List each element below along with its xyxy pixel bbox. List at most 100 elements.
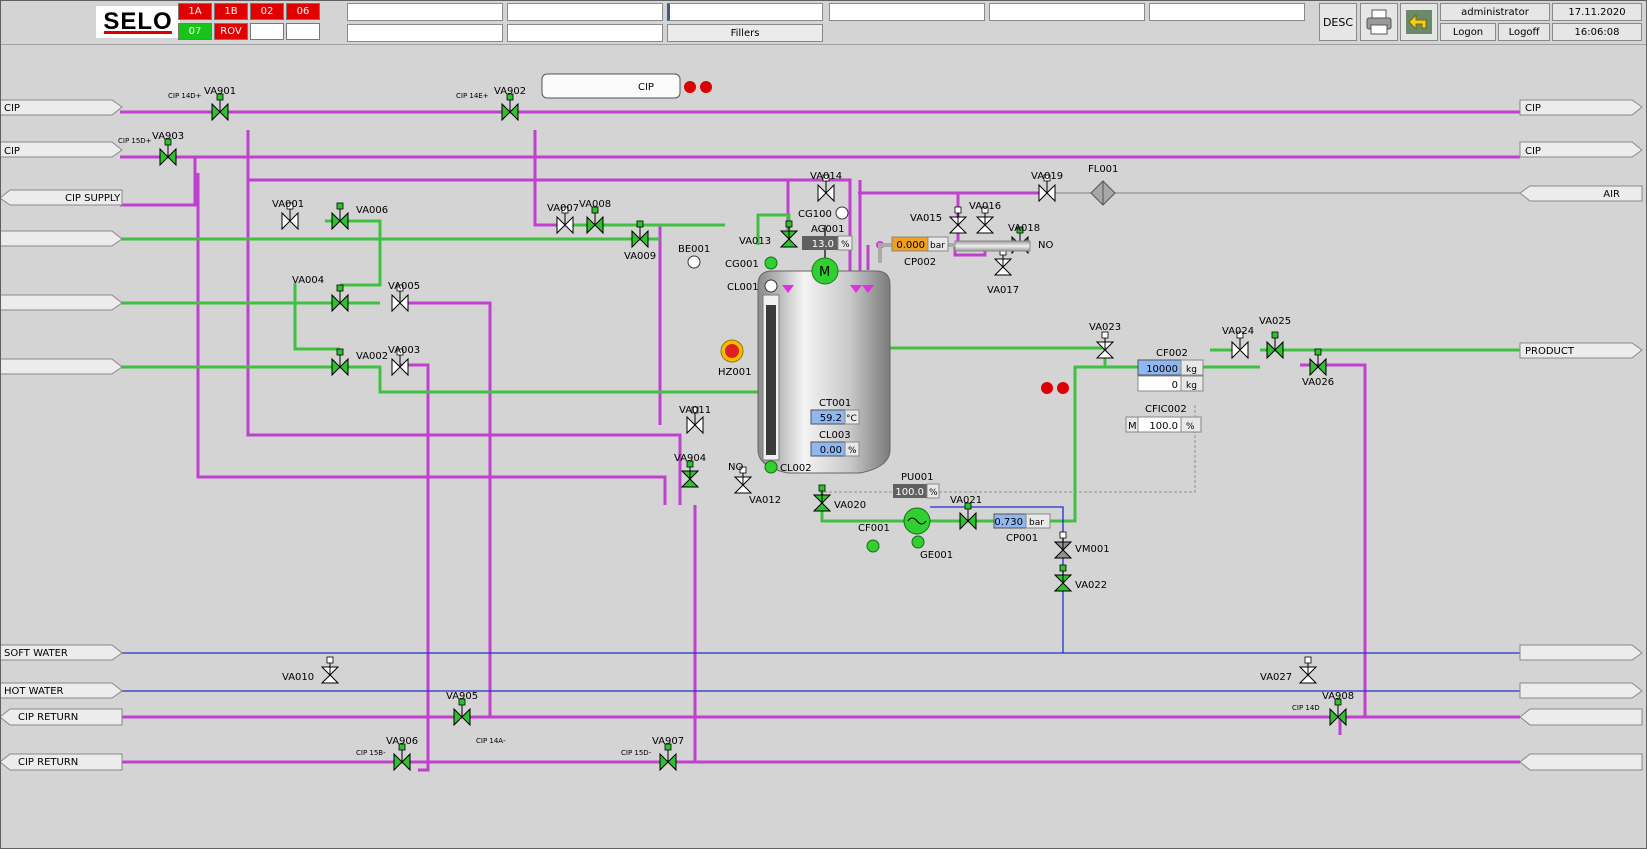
tag-cip-14d: CIP 14D [1292, 704, 1320, 712]
valve-va017[interactable]: VA017 [987, 248, 1019, 296]
valve-va020[interactable]: VA020 [812, 484, 866, 512]
valve-va026[interactable]: VA026 [1302, 348, 1334, 388]
svg-text:PRODUCT: PRODUCT [1525, 346, 1575, 357]
valve-va906[interactable]: VA906 [386, 736, 418, 772]
pipe-end-product-3[interactable] [0, 358, 123, 375]
valve-va903[interactable]: VA903 [152, 131, 184, 167]
valve-va022[interactable]: VA022 [1053, 564, 1107, 592]
user-name: administrator [1440, 3, 1550, 21]
valve-va003[interactable]: VA003 [388, 345, 420, 377]
pipe-end-right-cip-return-1[interactable] [1519, 708, 1643, 726]
valve-va001[interactable]: VA001 [272, 199, 304, 231]
pipe-end-right-cip-1[interactable]: CIP [1519, 99, 1643, 116]
pipe-end-cip-return-2[interactable]: CIP RETURN [0, 753, 123, 771]
alarm-empty-1[interactable] [250, 23, 284, 40]
pipe-end-product-2[interactable] [0, 294, 123, 311]
nav-slot-5[interactable] [667, 3, 823, 21]
valve-label-va003: VA003 [388, 345, 420, 356]
pipe-end-hot-water[interactable]: HOT WATER [0, 682, 123, 699]
alarm-02[interactable]: 02 [250, 3, 284, 20]
valve-va004[interactable]: VA004 [292, 275, 349, 313]
pipe-end-cip-return-1[interactable]: CIP RETURN [0, 708, 123, 726]
nav-slot-3[interactable] [507, 3, 663, 21]
cl002-indicator[interactable] [764, 460, 778, 474]
valve-va011[interactable]: VA011 [679, 405, 711, 435]
valve-va907[interactable]: VA907 [652, 736, 684, 772]
be001-indicator[interactable] [687, 255, 701, 269]
nav-slot-6[interactable] [829, 3, 985, 21]
pu001-display[interactable]: 100.0 % [893, 483, 940, 499]
valve-va023[interactable]: VA023 [1089, 322, 1121, 359]
cl001-indicator[interactable] [764, 279, 778, 293]
print-button[interactable] [1360, 3, 1398, 41]
nav-slot-4[interactable] [507, 24, 663, 42]
nav-slot-8[interactable] [1149, 3, 1305, 21]
nav-slot-2[interactable] [347, 24, 503, 42]
valve-va905[interactable]: VA905 [446, 691, 478, 727]
emergency-stop-hz001[interactable] [720, 339, 744, 363]
valve-va007[interactable]: VA007 [547, 203, 579, 235]
valve-va025[interactable]: VA025 [1259, 316, 1291, 360]
ge001-indicator[interactable] [911, 535, 925, 549]
alarm-rov[interactable]: ROV [214, 23, 248, 40]
pipe-end-right-product[interactable]: PRODUCT [1519, 342, 1643, 359]
pipe-end-right-hot-water[interactable] [1519, 682, 1643, 699]
alarm-07[interactable]: 07 [178, 23, 212, 40]
tag-no-12: NO [728, 462, 743, 473]
cg100-indicator[interactable] [835, 206, 849, 220]
valve-va013[interactable]: VA013 [739, 220, 799, 248]
valve-va908[interactable]: VA908 [1322, 691, 1354, 727]
valve-label-va001: VA001 [272, 199, 304, 210]
cl003-value: 0.00 [820, 445, 842, 456]
valve-va005[interactable]: VA005 [388, 281, 420, 313]
nav-slot-7[interactable] [989, 3, 1145, 21]
pipe-end-product-1[interactable] [0, 230, 123, 247]
desc-button[interactable]: DESC [1319, 3, 1357, 41]
tag-cip-15d-minus: CIP 15D- [621, 749, 652, 757]
back-button[interactable] [1400, 3, 1438, 41]
fl001-filter[interactable] [1090, 180, 1116, 206]
cfic002-display[interactable]: M 100.0 % [1125, 416, 1202, 433]
valve-va901[interactable]: VA901 [204, 86, 236, 122]
pipe-end-right-soft-water[interactable] [1519, 644, 1643, 661]
fillers-button[interactable]: Fillers [667, 24, 823, 42]
logoff-button[interactable]: Logoff [1498, 23, 1550, 41]
valve-va016[interactable]: VA016 [969, 201, 1001, 234]
cg001-indicator[interactable] [764, 256, 778, 270]
pipe-end-soft-water[interactable]: SOFT WATER [0, 644, 123, 661]
ag001-display[interactable]: 13.0 % [802, 235, 853, 251]
alarm-1a[interactable]: 1A [178, 3, 212, 20]
valve-va009[interactable]: VA009 [624, 220, 656, 262]
ct001-display[interactable]: 59.2 °C [810, 409, 860, 425]
nav-slot-1[interactable] [347, 3, 503, 21]
valve-va021[interactable]: VA021 [950, 495, 982, 531]
tag-pu001: PU001 [901, 472, 933, 483]
valve-va027[interactable]: VA027 [1260, 656, 1318, 684]
cip-status-box[interactable]: CIP [541, 73, 712, 99]
alarm-empty-2[interactable] [286, 23, 320, 40]
pump-pu001[interactable] [903, 507, 931, 535]
cf001-indicator[interactable] [866, 539, 880, 553]
valve-label-va020: VA020 [834, 500, 866, 511]
alarm-1b[interactable]: 1B [214, 3, 248, 20]
valve-va008[interactable]: VA008 [579, 199, 611, 235]
logon-button[interactable]: Logon [1440, 23, 1496, 41]
pipe-end-cip-2[interactable]: CIP [0, 141, 123, 158]
valve-va014[interactable]: VA014 [810, 171, 842, 203]
valve-va019[interactable]: VA019 [1031, 171, 1063, 203]
alarm-06[interactable]: 06 [286, 3, 320, 20]
valve-va015[interactable]: VA015 [910, 206, 968, 234]
valve-va010[interactable]: VA010 [282, 656, 340, 684]
cf002-display[interactable]: 10000 kg 0 kg [1137, 359, 1204, 392]
valve-va902[interactable]: VA902 [494, 86, 526, 122]
pipe-end-cip-supply[interactable]: CIP SUPPLY [0, 189, 123, 206]
cl003-display[interactable]: 0.00 % [810, 441, 860, 457]
cp001-display[interactable]: 0.730 bar [993, 513, 1051, 529]
pipe-end-cip-1[interactable]: CIP [0, 99, 123, 116]
cp002-display[interactable]: 0.000 bar [891, 236, 949, 252]
pipe-end-right-cip-2[interactable]: CIP [1519, 141, 1643, 158]
pipe-end-right-air[interactable]: AIR [1519, 185, 1643, 202]
valve-vm001[interactable]: VM001 [1053, 531, 1110, 559]
pipe-end-right-cip-return-2[interactable] [1519, 753, 1643, 771]
valve-va024[interactable]: VA024 [1222, 326, 1254, 360]
